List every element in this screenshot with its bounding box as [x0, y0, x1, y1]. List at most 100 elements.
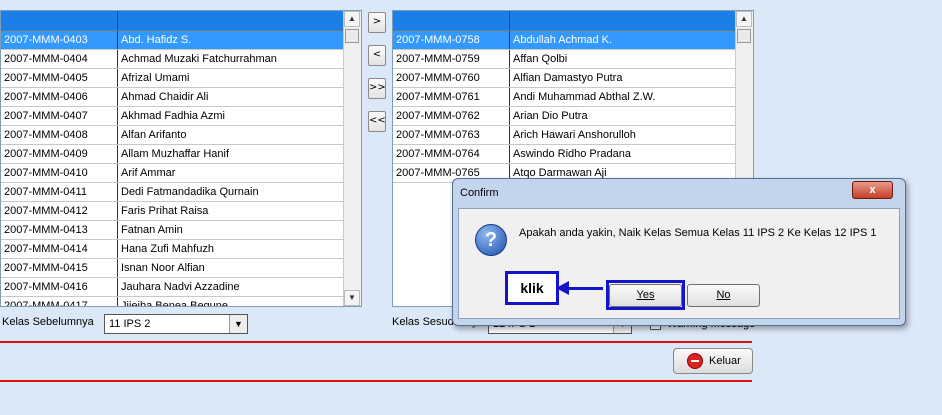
table-row[interactable]: 2007-MMM-0403 Abd. Hafidz S. — [1, 31, 344, 50]
student-id-cell: 2007-MMM-0405 — [4, 72, 88, 84]
table-row[interactable]: 2007-MMM-0413 Fatnan Amin — [1, 221, 344, 240]
scroll-thumb[interactable] — [737, 29, 751, 43]
table-row[interactable]: 2007-MMM-0406 Ahmad Chaidir Ali — [1, 88, 344, 107]
student-name-cell: Hana Zufi Mahfuzh — [121, 243, 214, 255]
keluar-label: Keluar — [709, 355, 741, 367]
table-row[interactable]: 2007-MMM-0415 Isnan Noor Alfian — [1, 259, 344, 278]
column-separator — [117, 88, 118, 106]
student-name-cell: Jauhara Nadvi Azzadine — [121, 281, 240, 293]
column-separator — [117, 259, 118, 277]
kelas-sebelumnya-label: Kelas Sebelumnya — [2, 316, 94, 328]
student-name-cell: Affan Qolbi — [513, 53, 568, 65]
table-row[interactable]: 2007-MMM-0758 Abdullah Achmad K. — [393, 31, 736, 50]
table-row[interactable]: 2007-MMM-0409 Allam Muzhaffar Hanif — [1, 145, 344, 164]
column-separator — [117, 69, 118, 87]
student-id-cell: 2007-MMM-0759 — [396, 53, 480, 65]
student-name-cell: Aswindo Ridho Pradana — [513, 148, 632, 160]
column-separator — [117, 50, 118, 68]
table-row[interactable]: 2007-MMM-0416 Jauhara Nadvi Azzadine — [1, 278, 344, 297]
table-row[interactable]: 2007-MMM-0407 Akhmad Fadhia Azmi — [1, 107, 344, 126]
keluar-button[interactable]: Keluar — [673, 348, 753, 374]
student-id-cell: 2007-MMM-0407 — [4, 110, 88, 122]
table-row[interactable]: 2007-MMM-0417 Jiiejba Benea Begune — [1, 297, 344, 307]
student-name-cell: Faris Prihat Raisa — [121, 205, 209, 217]
student-id-cell: 2007-MMM-0761 — [396, 91, 480, 103]
move-all-right-button[interactable]: >> — [368, 78, 386, 99]
student-id-cell: 2007-MMM-0758 — [396, 34, 480, 46]
annotation-arrow-line — [568, 287, 603, 290]
table-row[interactable]: 2007-MMM-0410 Arif Ammar — [1, 164, 344, 183]
student-id-cell: 2007-MMM-0410 — [4, 167, 88, 179]
table-row[interactable]: 2007-MMM-0761 Andi Muhammad Abthal Z.W. — [393, 88, 736, 107]
scroll-up-icon[interactable]: ▲ — [344, 11, 360, 27]
scroll-thumb[interactable] — [345, 29, 359, 43]
move-left-button[interactable]: < — [368, 45, 386, 66]
column-separator — [509, 50, 510, 68]
student-name-cell: Afrizal Umami — [121, 72, 190, 84]
move-all-left-button[interactable]: << — [368, 111, 386, 132]
dialog-title: Confirm — [460, 187, 499, 199]
student-id-cell: 2007-MMM-0408 — [4, 129, 88, 141]
no-label: No — [716, 289, 731, 301]
kelas-sebelumnya-select[interactable]: 11 IPS 2 ▼ — [104, 314, 248, 334]
student-id-cell: 2007-MMM-0404 — [4, 53, 88, 65]
student-name-cell: Arif Ammar — [121, 167, 176, 179]
annotation-arrow-icon — [556, 281, 569, 295]
table-row[interactable]: 2007-MMM-0412 Faris Prihat Raisa — [1, 202, 344, 221]
student-id-cell: 2007-MMM-0411 — [4, 186, 87, 198]
column-separator — [509, 69, 510, 87]
table-row[interactable]: 2007-MMM-0763 Arich Hawari Anshorulloh — [393, 126, 736, 145]
chevron-down-icon[interactable]: ▼ — [229, 315, 247, 333]
student-name-cell: Alfan Arifanto — [121, 129, 187, 141]
student-name-cell: Arich Hawari Anshorulloh — [513, 129, 636, 141]
column-separator — [117, 126, 118, 144]
scroll-down-icon[interactable]: ▼ — [344, 290, 360, 306]
student-name-cell: Alfian Damastyo Putra — [513, 72, 623, 84]
student-id-cell: 2007-MMM-0762 — [396, 110, 480, 122]
student-id-cell: 2007-MMM-0413 — [4, 224, 88, 236]
column-separator — [509, 88, 510, 106]
column-separator — [117, 297, 118, 306]
student-id-cell: 2007-MMM-0403 — [4, 34, 88, 46]
table-row[interactable]: 2007-MMM-0405 Afrizal Umami — [1, 69, 344, 88]
column-separator — [509, 31, 510, 49]
student-id-cell: 2007-MMM-0406 — [4, 91, 88, 103]
table-row[interactable]: 2007-MMM-0404 Achmad Muzaki Fatchurrahman — [1, 50, 344, 69]
move-right-button[interactable]: > — [368, 12, 386, 33]
student-id-cell: 2007-MMM-0763 — [396, 129, 480, 141]
student-name-cell: Allam Muzhaffar Hanif — [121, 148, 230, 160]
student-name-cell: Akhmad Fadhia Azmi — [121, 110, 225, 122]
student-id-cell: 2007-MMM-0409 — [4, 148, 88, 160]
column-separator — [117, 145, 118, 163]
klik-annotation: klik — [505, 271, 559, 305]
no-button[interactable]: No — [687, 284, 760, 307]
yes-label: Yes — [636, 289, 655, 301]
column-separator — [509, 145, 510, 163]
table-row[interactable]: 2007-MMM-0414 Hana Zufi Mahfuzh — [1, 240, 344, 259]
column-separator — [117, 240, 118, 258]
student-name-cell: Dedi Fatmandadika Qurnain — [121, 186, 259, 198]
student-name-cell: Isnan Noor Alfian — [121, 262, 205, 274]
column-separator — [509, 126, 510, 144]
grid-header — [1, 11, 344, 31]
grid-header — [393, 11, 736, 31]
left-scrollbar[interactable]: ▲ ▼ — [343, 11, 361, 306]
table-row[interactable]: 2007-MMM-0411 Dedi Fatmandadika Qurnain — [1, 183, 344, 202]
table-row[interactable]: 2007-MMM-0764 Aswindo Ridho Pradana — [393, 145, 736, 164]
left-student-grid[interactable]: 2007-MMM-0403 Abd. Hafidz S. 2007-MMM-0404… — [0, 10, 362, 307]
table-row[interactable]: 2007-MMM-0759 Affan Qolbi — [393, 50, 736, 69]
divider-bottom — [0, 380, 752, 382]
student-id-cell: 2007-MMM-0417 — [4, 300, 88, 307]
question-icon: ? — [475, 224, 507, 256]
column-separator — [117, 278, 118, 296]
table-row[interactable]: 2007-MMM-0760 Alfian Damastyo Putra — [393, 69, 736, 88]
scroll-up-icon[interactable]: ▲ — [736, 11, 752, 27]
student-id-cell: 2007-MMM-0760 — [396, 72, 480, 84]
close-button[interactable]: x — [852, 181, 893, 199]
student-name-cell: Jiiejba Benea Begune — [121, 300, 229, 307]
student-name-cell: Fatnan Amin — [121, 224, 183, 236]
yes-button[interactable]: Yes — [609, 284, 682, 307]
table-row[interactable]: 2007-MMM-0762 Arian Dio Putra — [393, 107, 736, 126]
table-row[interactable]: 2007-MMM-0408 Alfan Arifanto — [1, 126, 344, 145]
column-separator — [117, 183, 118, 201]
